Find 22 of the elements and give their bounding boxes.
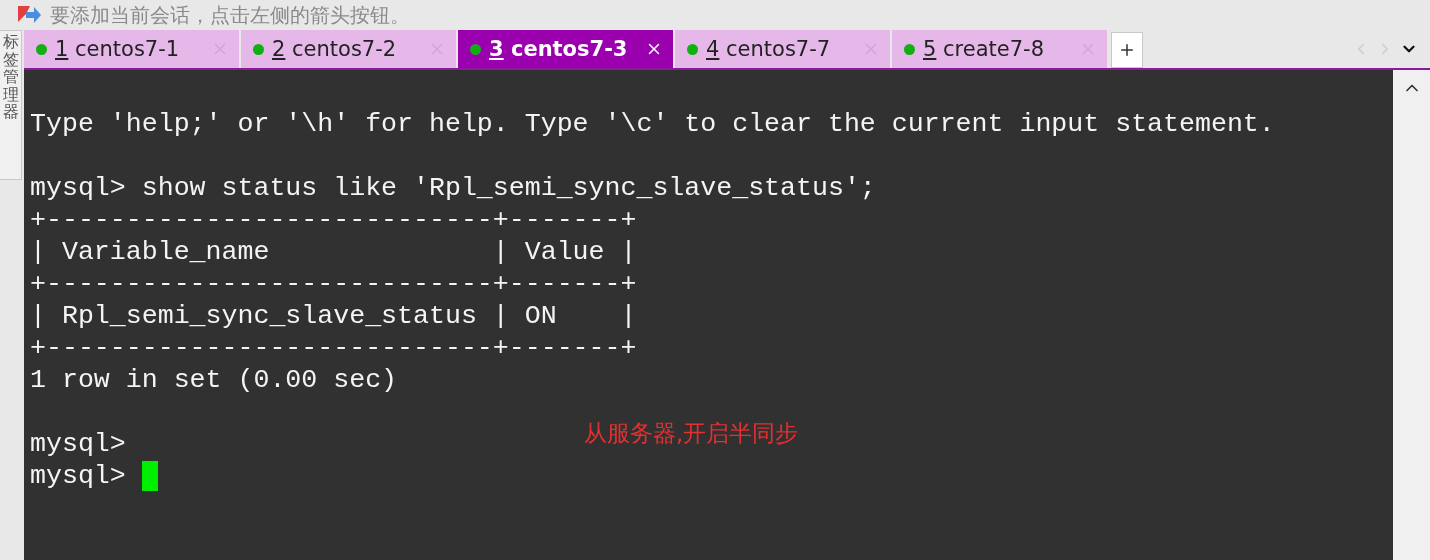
terminal-line: Type 'help;' or '\h' for help. Type '\c' to clear the current input statement. — [30, 108, 1275, 140]
terminal-line: mysql> — [30, 460, 127, 492]
session-tab[interactable]: 4 centos7-7 — [675, 30, 890, 68]
session-tab[interactable]: 2 centos7-2 — [241, 30, 456, 68]
terminal-line: | Rpl_semi_sync_slave_status | ON | — [30, 300, 637, 332]
add-tab-button[interactable] — [1111, 32, 1143, 68]
session-tab[interactable]: 3 centos7-3 — [458, 30, 673, 68]
plus-icon — [1118, 41, 1136, 59]
annotation-text: 从服务器,开启半同步 — [584, 419, 799, 448]
side-panel-label[interactable]: 标签管理器 — [0, 30, 22, 180]
terminal-line: +----------------------------+-------+ — [30, 204, 637, 236]
terminal-line: mysql> show status like 'Rpl_semi_sync_slave_status'; — [30, 172, 876, 204]
session-tab[interactable]: 5 create7-8 — [892, 30, 1107, 68]
terminal-line: | Variable_name | Value | — [30, 236, 637, 268]
terminal-line: 1 row in set (0.00 sec) — [30, 364, 398, 396]
terminal-line: mysql> — [30, 428, 126, 460]
terminal-line: +----------------------------+-------+ — [30, 332, 637, 364]
session-tab[interactable]: 1 centos7-1 — [24, 30, 239, 68]
terminal-line: +----------------------------+-------+ — [30, 268, 637, 300]
scrollbar[interactable] — [1393, 70, 1430, 560]
terminal[interactable] — [24, 70, 1393, 560]
hint-text: 要添加当前会话，点击左侧的箭头按钮。 — [50, 1, 410, 29]
